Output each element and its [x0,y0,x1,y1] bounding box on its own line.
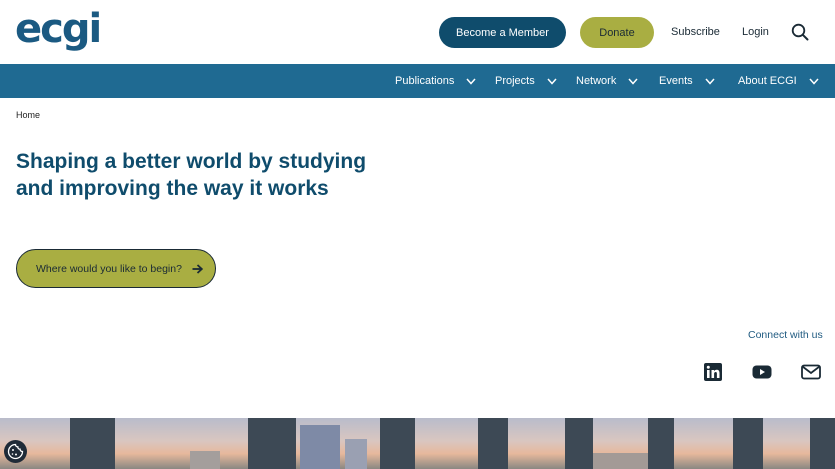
nav-item-label: About ECGI [738,75,797,87]
mail-icon[interactable] [801,363,821,381]
donate-button[interactable]: Donate [580,17,654,48]
window-frame [648,418,674,469]
nav-item-projects[interactable]: Projects [495,64,557,98]
window-frame [380,418,415,469]
breadcrumb[interactable]: Home [16,110,40,120]
chevron-down-icon [809,78,819,85]
chevron-down-icon [466,78,476,85]
chevron-down-icon [547,78,557,85]
building-shape [590,453,650,469]
youtube-icon[interactable] [752,363,772,381]
connect-label: Connect with us [748,329,823,341]
window-frame [733,418,763,469]
login-link[interactable]: Login [742,26,769,38]
nav-item-publications[interactable]: Publications [395,64,476,98]
building-shape [345,439,367,469]
window-frame [810,418,835,469]
linkedin-icon[interactable] [704,363,722,381]
chevron-down-icon [705,78,715,85]
nav-item-about[interactable]: About ECGI [738,64,819,98]
window-frame [565,418,593,469]
subscribe-link[interactable]: Subscribe [671,26,720,38]
nav-item-label: Events [659,75,693,87]
begin-button[interactable]: Where would you like to begin? [16,249,216,288]
window-frame [70,418,115,469]
search-icon[interactable] [791,23,809,41]
nav-item-network[interactable]: Network [576,64,638,98]
nav-item-label: Projects [495,75,535,87]
hero-photo [0,418,835,469]
ecgi-logo[interactable]: ecgi [15,6,102,52]
cookie-settings-button[interactable] [4,440,27,463]
nav-item-label: Publications [395,75,455,87]
building-shape [190,451,220,469]
arrow-right-icon [192,263,203,274]
nav-item-label: Network [576,75,617,87]
cookie-icon [7,443,24,460]
chevron-down-icon [628,78,638,85]
window-frame [478,418,508,469]
become-member-button[interactable]: Become a Member [439,17,566,48]
building-shape [300,425,340,469]
window-frame [248,418,296,469]
page-title: Shaping a better world by studying and i… [16,150,367,200]
main-nav: Publications Projects Network Events Abo… [0,64,835,98]
begin-button-label: Where would you like to begin? [36,262,182,275]
nav-item-events[interactable]: Events [659,64,715,98]
site-header: ecgi Become a Member Donate Subscribe Lo… [0,0,835,64]
